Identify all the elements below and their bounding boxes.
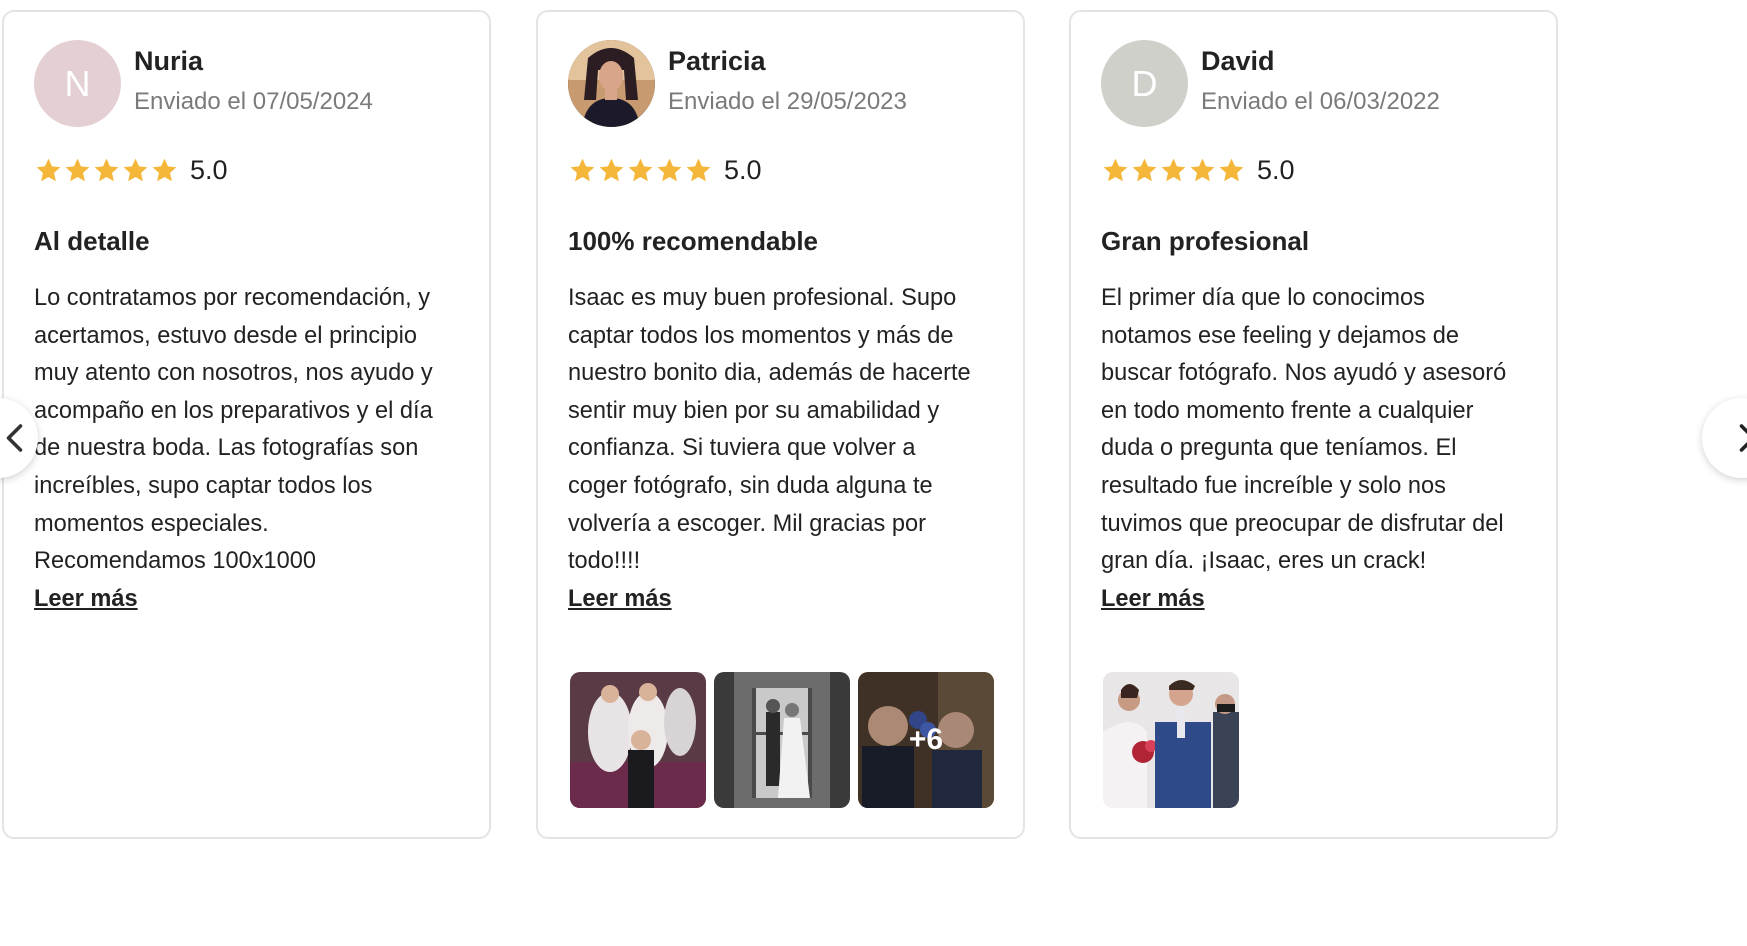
review-text-line: sentir muy bien por su amabilidad y: [568, 397, 940, 424]
star-icon: [599, 158, 624, 181]
photo-image: [714, 672, 850, 808]
review-title: Al detalle: [34, 226, 150, 256]
reviews-carousel: N Nuria Enviado el 07/05/2024 5.0 Al det…: [0, 0, 1747, 946]
read-more-link[interactable]: Leer más: [568, 581, 672, 619]
star-icon: [152, 158, 177, 181]
photo-image: [1103, 672, 1239, 808]
review-text-line: duda o pregunta que teníamos. El: [1101, 435, 1457, 462]
star-rating: [34, 156, 179, 185]
star-icon: [657, 158, 682, 181]
review-text-line: acertamos, estuvo desde el principio: [34, 322, 417, 349]
review-text-line: notamos ese feeling y dejamos de: [1101, 322, 1460, 349]
star-icon: [1190, 158, 1215, 181]
review-text-line: tuvimos que preocupar de disfrutar del: [1101, 510, 1504, 537]
review-text-line: nuestro bonito dia, además de hacerte: [568, 360, 971, 387]
review-text-line: Lo contratamos por recomendación, y: [34, 285, 431, 311]
review-text-line: momentos especiales.: [34, 510, 269, 537]
avatar: [568, 40, 655, 127]
read-more-link[interactable]: Leer más: [34, 581, 138, 619]
chevron-left-icon: [6, 424, 23, 452]
review-text-line: gran día. ¡Isaac, eres un crack!: [1101, 548, 1427, 575]
review-card: N Nuria Enviado el 07/05/2024 5.0 Al det…: [2, 10, 491, 839]
read-more-link[interactable]: Leer más: [1101, 581, 1205, 619]
reviewer-name: David: [1201, 46, 1275, 76]
review-text-line: volvería a escoger. Mil gracias por: [568, 510, 926, 537]
review-body: El primer día que lo conocimos notamos e…: [1101, 280, 1541, 618]
review-text-line: confianza. Si tuviera que volver a: [568, 435, 916, 462]
star-icon: [1219, 158, 1244, 181]
photo-image: [570, 672, 706, 808]
more-photos-count: +6: [858, 672, 994, 808]
rating: 5.0: [1101, 152, 1295, 188]
review-text-line: acompaño en los preparativos y el día: [34, 397, 433, 424]
rating-score: 5.0: [190, 154, 228, 185]
review-photo-thumbnail[interactable]: [570, 672, 706, 808]
review-text-line: buscar fotógrafo. Nos ayudó y asesoró: [1101, 360, 1507, 387]
review-text-line: increíbles, supo captar todos los: [34, 472, 373, 499]
star-rating: [1101, 156, 1246, 185]
star-rating: [568, 156, 713, 185]
review-date: Enviado el 06/03/2022: [1201, 88, 1440, 115]
review-date: Enviado el 29/05/2023: [668, 88, 907, 115]
avatar: N: [34, 40, 121, 127]
star-icon: [1103, 158, 1128, 181]
review-text-line: de nuestra boda. Las fotografías son: [34, 435, 419, 462]
rating-score: 5.0: [1257, 154, 1295, 185]
review-text-line: El primer día que lo conocimos: [1101, 285, 1425, 311]
review-text-line: en todo momento frente a cualquier: [1101, 397, 1474, 424]
review-text-line: muy atento con nosotros, nos ayudo y: [34, 360, 433, 387]
chevron-right-icon: [1739, 424, 1747, 452]
review-date: Enviado el 07/05/2024: [134, 88, 373, 115]
star-icon: [36, 158, 61, 181]
review-body: Lo contratamos por recomendación, y acer…: [34, 280, 474, 618]
review-text-line: resultado fue increíble y solo nos: [1101, 472, 1446, 499]
star-icon: [1132, 158, 1157, 181]
review-text-line: todo!!!!: [568, 548, 641, 575]
rating-score: 5.0: [724, 154, 762, 185]
review-card: D David Enviado el 06/03/2022 5.0 Gran p…: [1069, 10, 1558, 839]
review-card: Patricia Enviado el 29/05/2023 5.0 100% …: [536, 10, 1025, 839]
review-photo-thumbnail[interactable]: [714, 672, 850, 808]
star-icon: [123, 158, 148, 181]
reviewer-name: Patricia: [668, 46, 766, 76]
next-button[interactable]: [1702, 398, 1747, 478]
avatar: D: [1101, 40, 1188, 127]
star-icon: [628, 158, 653, 181]
review-photo-thumbnail[interactable]: +6: [858, 672, 994, 808]
review-title: 100% recomendable: [568, 226, 819, 256]
review-text-line: captar todos los momentos y más de: [568, 322, 954, 349]
rating: 5.0: [568, 152, 762, 188]
star-icon: [1161, 158, 1186, 181]
review-text-line: Isaac es muy buen profesional. Supo: [568, 285, 957, 311]
star-icon: [570, 158, 595, 181]
review-body: Isaac es muy buen profesional. Supo capt…: [568, 280, 1008, 618]
review-text-line: Recomendamos 100x1000: [34, 548, 316, 575]
review-text-line: coger fotógrafo, sin duda alguna te: [568, 472, 933, 499]
review-title: Gran profesional: [1101, 226, 1310, 256]
star-icon: [686, 158, 711, 181]
avatar-photo-icon: [568, 40, 655, 127]
reviewer-name: Nuria: [134, 46, 204, 76]
rating: 5.0: [34, 152, 228, 188]
review-photo-thumbnail[interactable]: [1103, 672, 1239, 808]
star-icon: [65, 158, 90, 181]
star-icon: [94, 158, 119, 181]
